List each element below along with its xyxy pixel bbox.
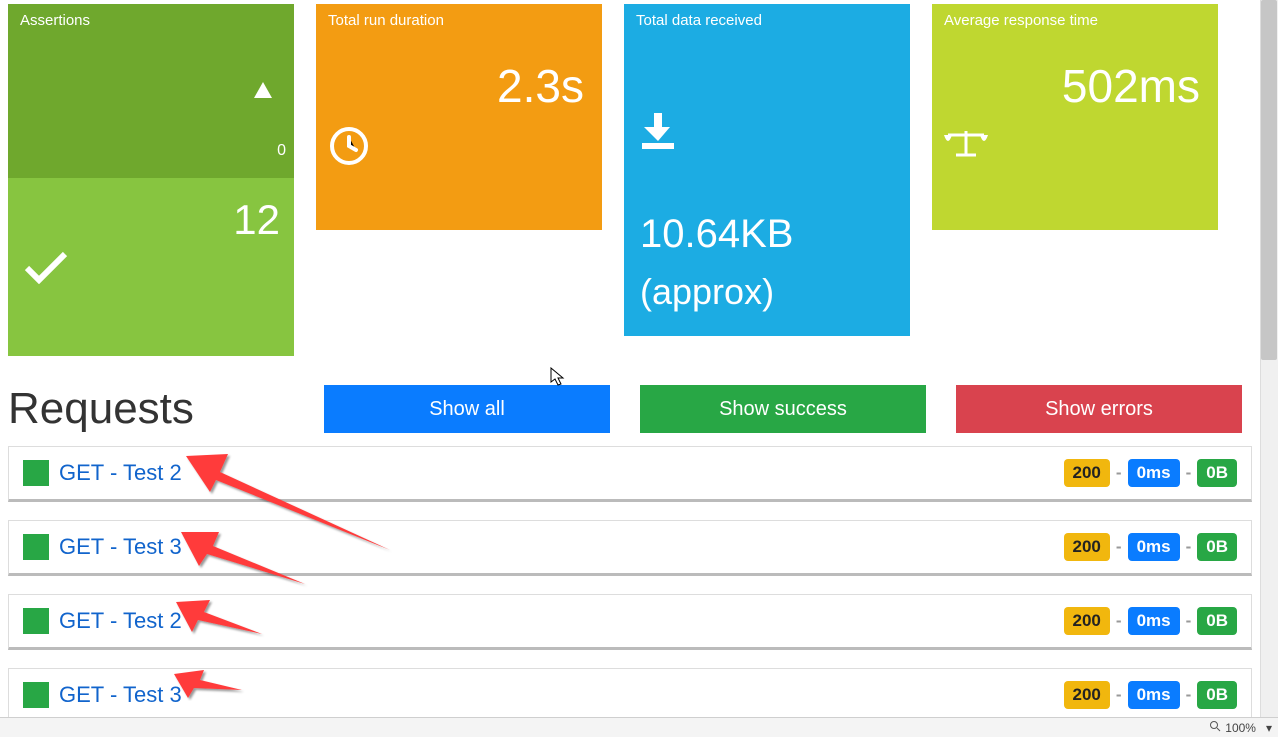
- show-success-button[interactable]: Show success: [640, 385, 926, 433]
- data-value: 10.64KB: [624, 156, 910, 257]
- size-badge: 0B: [1197, 681, 1237, 709]
- request-name[interactable]: GET - Test 2: [59, 608, 182, 634]
- status-badge: 200: [1064, 681, 1110, 709]
- request-item[interactable]: GET - Test 3 200 - 0ms - 0B: [8, 520, 1252, 576]
- status-square-icon: [23, 460, 49, 486]
- duration-card: Total run duration 2.3s: [316, 4, 602, 230]
- download-icon: [636, 111, 910, 156]
- assertions-card: Assertions 0 12: [8, 4, 294, 356]
- avg-value: 502ms: [932, 29, 1218, 113]
- check-icon: [24, 250, 68, 289]
- size-badge: 0B: [1197, 533, 1237, 561]
- time-badge: 0ms: [1128, 607, 1180, 635]
- show-all-button[interactable]: Show all: [324, 385, 610, 433]
- time-badge: 0ms: [1128, 459, 1180, 487]
- status-badge: 200: [1064, 607, 1110, 635]
- clock-icon: [328, 125, 602, 172]
- status-square-icon: [23, 608, 49, 634]
- request-item[interactable]: GET - Test 2 200 - 0ms - 0B: [8, 446, 1252, 502]
- status-square-icon: [23, 682, 49, 708]
- zoom-icon[interactable]: [1209, 720, 1221, 735]
- zoom-level[interactable]: 100%: [1225, 721, 1256, 735]
- assertions-title: Assertions: [8, 4, 294, 29]
- status-square-icon: [23, 534, 49, 560]
- warning-icon: [254, 82, 272, 103]
- status-badge: 200: [1064, 459, 1110, 487]
- show-errors-button[interactable]: Show errors: [956, 385, 1242, 433]
- data-card: Total data received 10.64KB (approx): [624, 4, 910, 336]
- vertical-scrollbar[interactable]: [1260, 0, 1278, 720]
- size-badge: 0B: [1197, 607, 1237, 635]
- time-badge: 0ms: [1128, 681, 1180, 709]
- zoom-dropdown-icon[interactable]: ▾: [1266, 721, 1272, 735]
- data-approx: (approx): [624, 257, 910, 313]
- size-badge: 0B: [1197, 459, 1237, 487]
- request-name[interactable]: GET - Test 3: [59, 682, 182, 708]
- time-badge: 0ms: [1128, 533, 1180, 561]
- status-bar: 100% ▾: [0, 717, 1278, 737]
- request-name[interactable]: GET - Test 3: [59, 534, 182, 560]
- assertions-pass-count: 12: [233, 196, 280, 244]
- request-item[interactable]: GET - Test 2 200 - 0ms - 0B: [8, 594, 1252, 650]
- avg-title: Average response time: [932, 4, 1218, 29]
- request-list: GET - Test 2 200 - 0ms - 0B GET - Test 3…: [8, 446, 1252, 724]
- data-title: Total data received: [624, 4, 910, 29]
- request-name[interactable]: GET - Test 2: [59, 460, 182, 486]
- request-item[interactable]: GET - Test 3 200 - 0ms - 0B: [8, 668, 1252, 724]
- requests-heading: Requests: [8, 384, 324, 434]
- scale-icon: [942, 127, 1218, 166]
- status-badge: 200: [1064, 533, 1110, 561]
- duration-title: Total run duration: [316, 4, 602, 29]
- duration-value: 2.3s: [316, 29, 602, 113]
- assertions-fail-count: 0: [277, 142, 286, 160]
- avg-card: Average response time 502ms: [932, 4, 1218, 230]
